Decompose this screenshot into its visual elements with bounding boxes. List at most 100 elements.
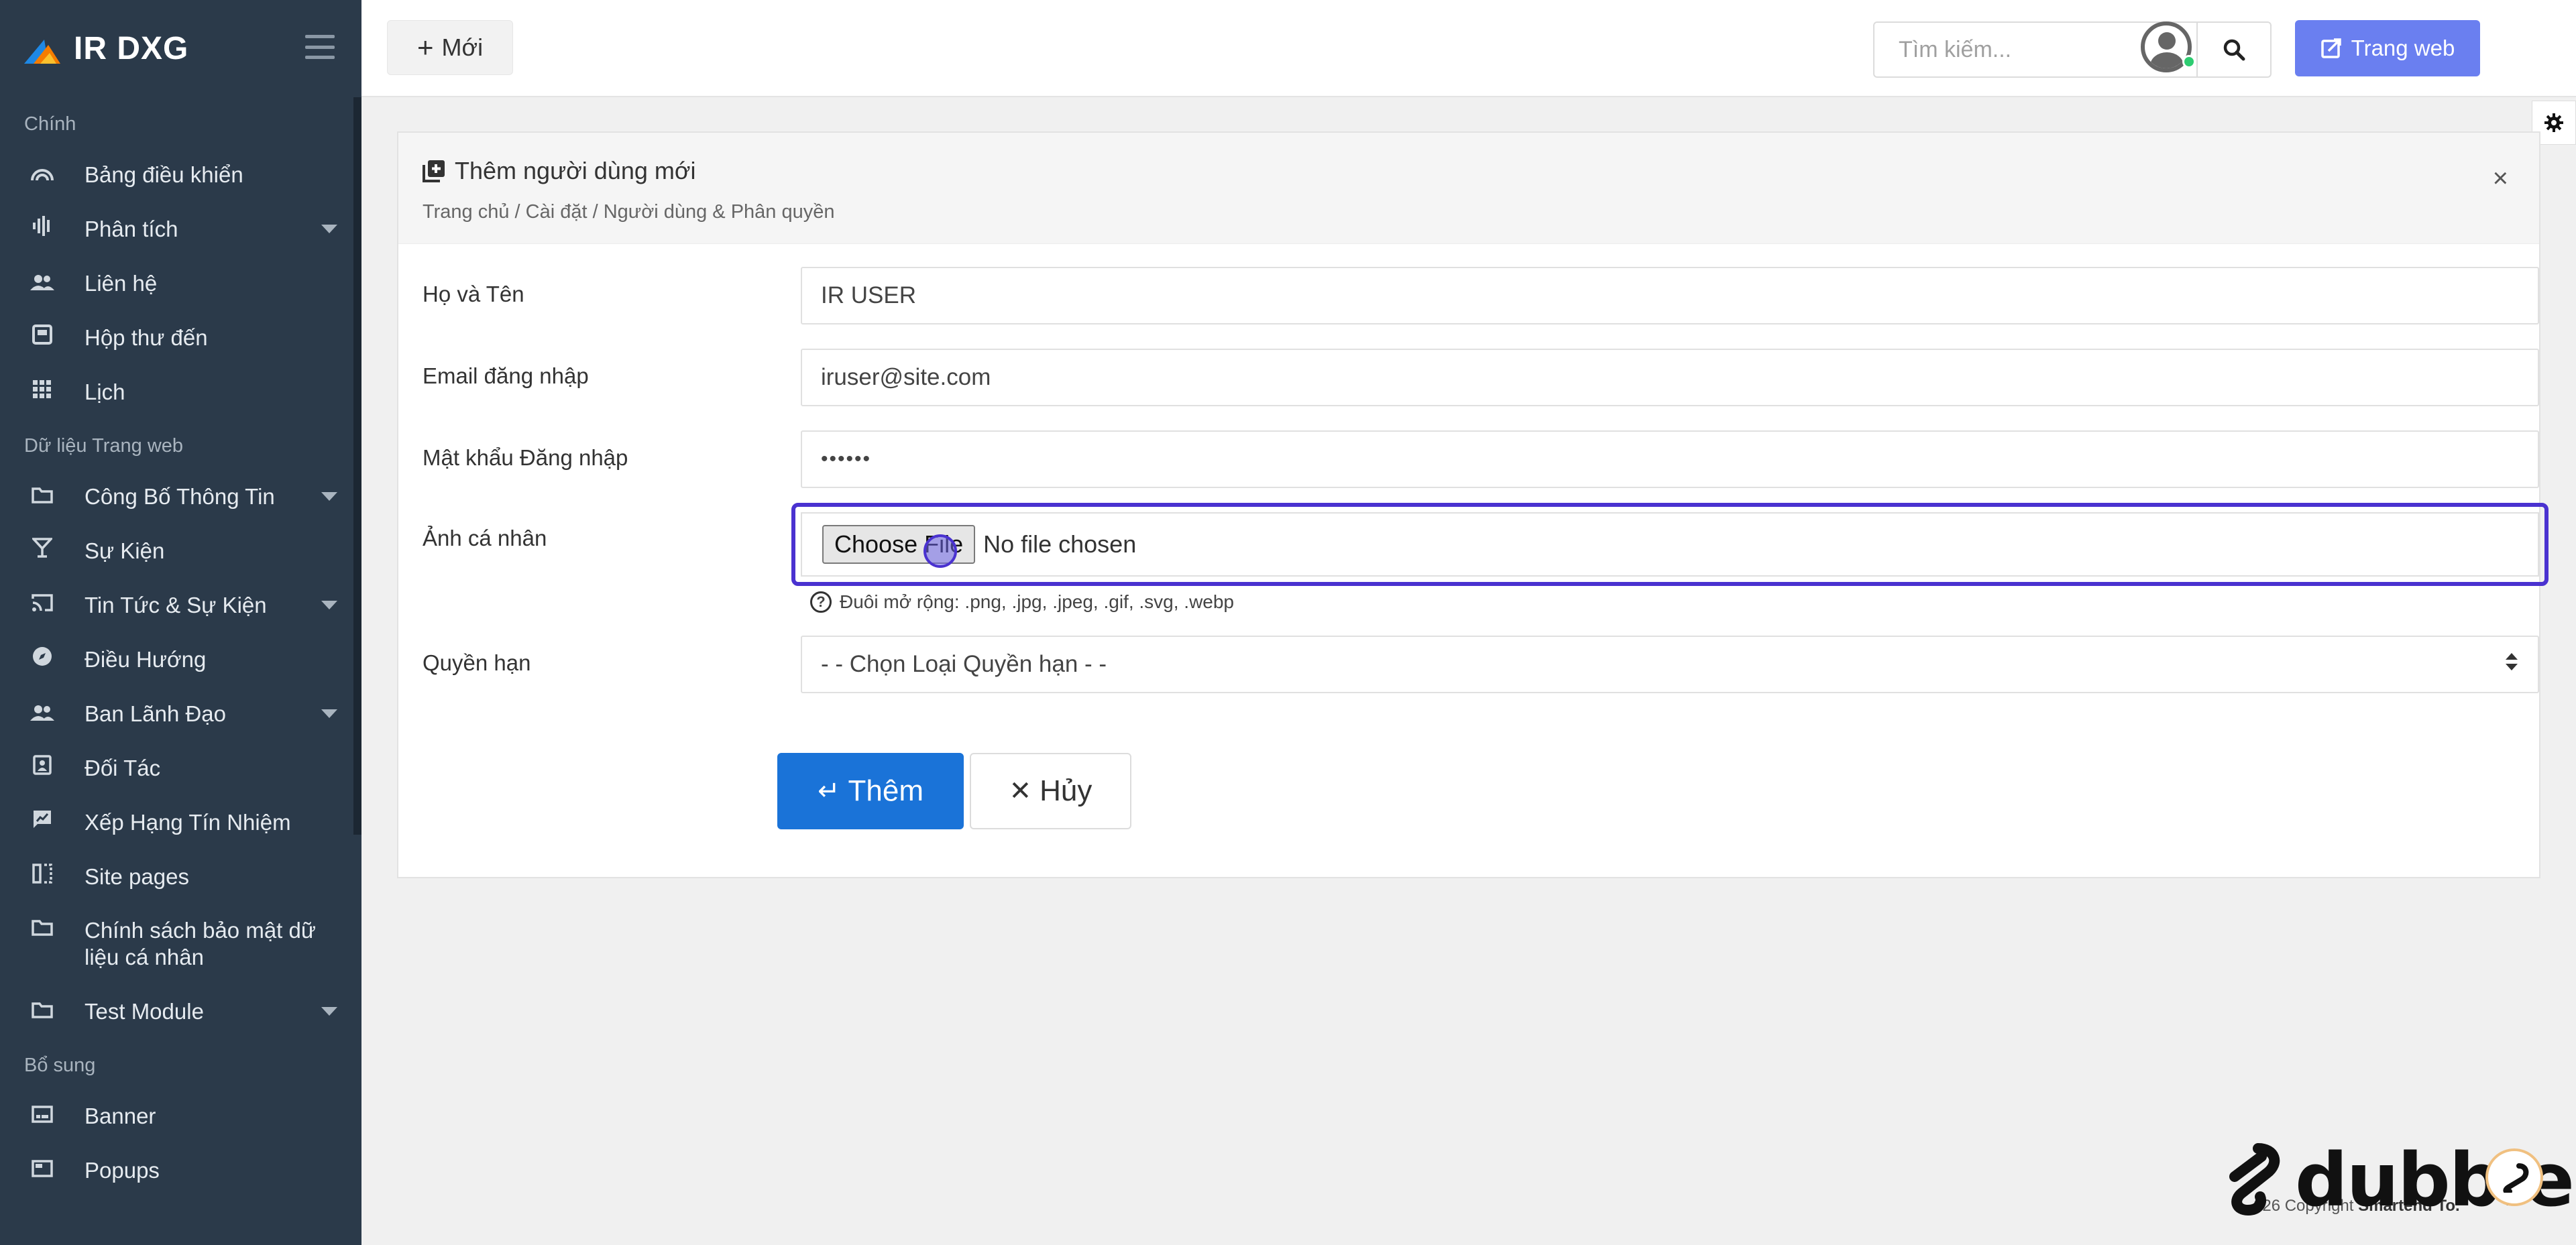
website-button[interactable]: Trang web bbox=[2295, 20, 2480, 76]
sidebar-item-disclosure[interactable]: Công Bố Thông Tin bbox=[0, 469, 361, 524]
pages-icon bbox=[24, 864, 60, 890]
sidebar-item-events[interactable]: Sự Kiện bbox=[0, 524, 361, 578]
new-button-label: Mới bbox=[441, 34, 484, 61]
sidebar-item-navigation[interactable]: Điều Hướng bbox=[0, 632, 361, 687]
compass-icon bbox=[24, 646, 60, 672]
no-file-text: No file chosen bbox=[983, 530, 1137, 558]
chevron-down-icon bbox=[321, 1006, 337, 1016]
sidebar-item-label: Liên hệ bbox=[85, 270, 158, 296]
form-row-photo: Ảnh cá nhân Choose File No file chosen ?… bbox=[423, 503, 2549, 624]
sidebar-item-label: Hộp thư đến bbox=[85, 324, 208, 350]
add-copy-icon bbox=[423, 160, 445, 182]
sidebar-item-popups[interactable]: Popups bbox=[0, 1143, 361, 1197]
folder-icon bbox=[24, 483, 60, 510]
sidebar-section-title: Dữ liệu Trang web bbox=[24, 435, 184, 457]
form-row-role: Quyền hạn - - Chọn Loại Quyền hạn - - bbox=[423, 636, 2539, 693]
sidebar-item-inbox[interactable]: Hộp thư đến bbox=[0, 310, 361, 365]
email-field[interactable]: iruser@site.com bbox=[801, 349, 2539, 406]
external-edit-icon bbox=[2320, 38, 2341, 58]
contact-card-icon bbox=[24, 755, 60, 781]
analytics-icon bbox=[24, 216, 60, 242]
sidebar-item-partners[interactable]: Đối Tác bbox=[0, 741, 361, 795]
menu-toggle-icon[interactable] bbox=[305, 35, 335, 59]
photo-label: Ảnh cá nhân bbox=[423, 526, 547, 550]
inbox-icon bbox=[24, 324, 60, 351]
help-circle-icon: ? bbox=[810, 591, 832, 613]
page-title: Thêm người dùng mới bbox=[423, 157, 2515, 185]
plus-icon: + bbox=[416, 32, 434, 63]
role-label: Quyền hạn bbox=[423, 650, 531, 675]
mouse-cursor-indicator bbox=[923, 534, 957, 568]
sidebar-item-label: Popups bbox=[85, 1157, 160, 1183]
sidebar-section-title: Bổ sung bbox=[24, 1055, 96, 1076]
sidebar-item-label: Bảng điều khiển bbox=[85, 162, 243, 187]
sidebar-item-contacts[interactable]: Liên hệ bbox=[0, 256, 361, 310]
sidebar-item-privacy-policy[interactable]: Chính sách bảo mật dữ liệu cá nhân bbox=[0, 904, 361, 984]
avatar-head bbox=[2158, 32, 2176, 50]
sidebar-item-label: Site pages bbox=[85, 864, 189, 889]
chevron-down-icon bbox=[321, 600, 337, 609]
role-selected-value: - - Chọn Loại Quyền hạn - - bbox=[821, 651, 1107, 677]
cancel-button[interactable]: ✕ Hủy bbox=[970, 753, 1131, 829]
sidebar-item-label: Điều Hướng bbox=[85, 646, 207, 672]
card-header: Thêm người dùng mới Trang chủ / Cài đặt … bbox=[398, 133, 2539, 244]
chat-icon bbox=[2503, 1163, 2529, 1193]
folder-icon bbox=[24, 998, 60, 1024]
contacts-icon bbox=[24, 270, 60, 296]
sidebar-item-label: Đối Tác bbox=[85, 755, 161, 780]
sidebar-item-label: Phân tích bbox=[85, 216, 178, 241]
close-icon[interactable]: × bbox=[2493, 164, 2508, 194]
chevron-down-icon bbox=[321, 224, 337, 233]
form-row-name: Họ và Tên IR USER bbox=[423, 267, 2539, 324]
name-field[interactable]: IR USER bbox=[801, 267, 2539, 324]
sidebar-item-test-module[interactable]: Test Module bbox=[0, 984, 361, 1039]
sidebar-item-news[interactable]: Tin Tức & Sự Kiện bbox=[0, 578, 361, 632]
sidebar-item-dashboard[interactable]: Bảng điều khiển bbox=[0, 147, 361, 202]
submit-button[interactable]: ↵ Thêm bbox=[777, 753, 964, 829]
topbar: + Mới Trang web bbox=[361, 0, 2576, 97]
password-field[interactable]: •••••• bbox=[801, 430, 2539, 488]
online-status-dot bbox=[2182, 55, 2196, 68]
banner-icon bbox=[24, 1103, 60, 1129]
photo-file-input[interactable]: Choose File No file chosen bbox=[791, 503, 2549, 586]
sidebar-item-leadership[interactable]: Ban Lãnh Đạo bbox=[0, 687, 361, 741]
cancel-button-label: Hủy bbox=[1040, 774, 1093, 807]
chevron-down-icon bbox=[321, 491, 337, 501]
sidebar-item-label: Lịch bbox=[85, 379, 125, 404]
new-button[interactable]: + Mới bbox=[387, 20, 513, 75]
chat-launcher-button[interactable] bbox=[2485, 1148, 2543, 1206]
sidebar-item-label: Xếp Hạng Tín Nhiệm bbox=[85, 809, 291, 835]
brand-name: IR DXG bbox=[74, 31, 189, 66]
breadcrumb: Trang chủ / Cài đặt / Người dùng & Phân … bbox=[423, 201, 835, 223]
form-row-password: Mật khẩu Đăng nhập •••••• bbox=[423, 430, 2539, 488]
card-title-text: Thêm người dùng mới bbox=[455, 157, 696, 184]
select-arrows-icon bbox=[2506, 653, 2518, 670]
sidebar-item-label: Ban Lãnh Đạo bbox=[85, 701, 227, 726]
submit-button-label: Thêm bbox=[848, 774, 923, 807]
chevron-down-icon bbox=[321, 709, 337, 718]
file-input-inner: Choose File No file chosen bbox=[801, 512, 2539, 577]
sidebar-item-site-pages[interactable]: Site pages bbox=[0, 849, 361, 904]
sidebar-item-credit-rating[interactable]: Xếp Hạng Tín Nhiệm bbox=[0, 795, 361, 849]
sidebar-item-label: Tin Tức & Sự Kiện bbox=[85, 592, 267, 617]
enter-arrow-icon: ↵ bbox=[818, 776, 840, 806]
website-button-label: Trang web bbox=[2351, 36, 2455, 60]
photo-hint: ? Đuôi mở rộng: .png, .jpg, .jpeg, .gif,… bbox=[810, 591, 1234, 613]
cast-icon bbox=[24, 592, 60, 618]
search-box bbox=[1873, 21, 2272, 78]
sidebar-item-banner[interactable]: Banner bbox=[0, 1089, 361, 1143]
brand-logo-icon bbox=[24, 39, 60, 64]
sidebar-item-label: Công Bố Thông Tin bbox=[85, 483, 275, 509]
sidebar-item-calendar[interactable]: Lịch bbox=[0, 365, 361, 419]
sidebar-item-analytics[interactable]: Phân tích bbox=[0, 202, 361, 256]
popup-icon bbox=[24, 1157, 60, 1183]
search-button[interactable] bbox=[2196, 23, 2270, 76]
sidebar-item-label: Chính sách bảo mật dữ liệu cá nhân bbox=[85, 918, 316, 969]
email-label: Email đăng nhập bbox=[423, 363, 589, 388]
role-select[interactable]: - - Chọn Loại Quyền hạn - - bbox=[801, 636, 2539, 693]
name-label: Họ và Tên bbox=[423, 282, 524, 306]
close-icon: ✕ bbox=[1009, 776, 1032, 806]
password-label: Mật khẩu Đăng nhập bbox=[423, 445, 628, 470]
folder-icon bbox=[24, 916, 60, 942]
photo-hint-text: Đuôi mở rộng: .png, .jpg, .jpeg, .gif, .… bbox=[840, 591, 1234, 612]
